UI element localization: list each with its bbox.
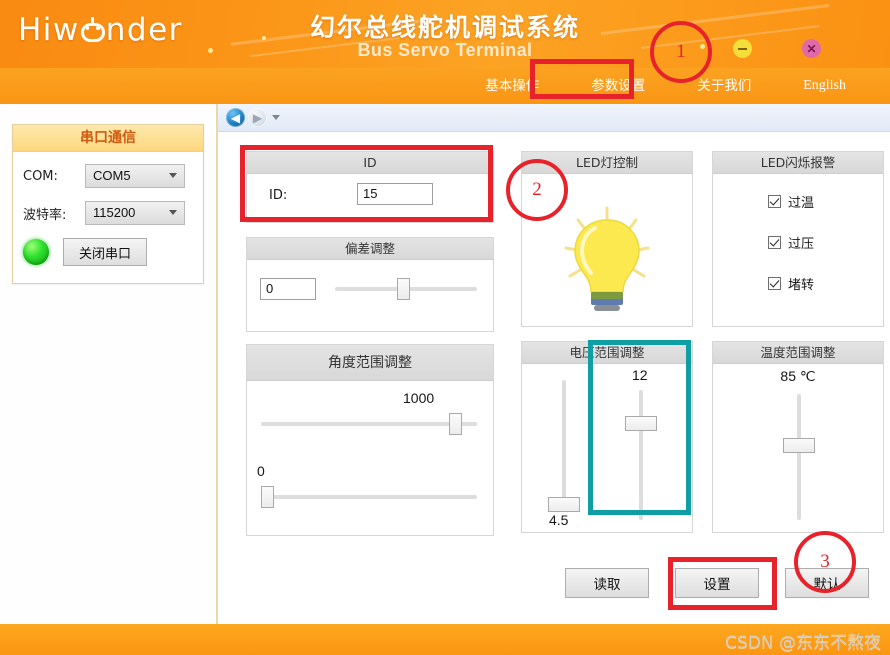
slider-thumb[interactable] [783,438,815,453]
slider-thumb[interactable] [449,413,462,435]
voltage-range-panel-title: 电压范围调整 [522,342,692,364]
nav-bar: 基本操作 参数设置 关于我们 English [0,68,890,104]
alarm-over-temperature-label: 过温 [788,196,815,211]
alarm-over-voltage-label: 过压 [788,237,815,252]
com-port-select[interactable]: COM5 [85,164,185,188]
voltage-max-value: 12 [632,367,648,383]
slider-track [261,422,477,426]
back-arrow-icon[interactable]: ◀ [226,108,245,127]
baud-rate-select[interactable]: 115200 [85,201,185,225]
led-control-panel-title: LED灯控制 [522,152,692,174]
led-alarm-panel: LED闪烁报警 过温 过压 堵转 [712,151,884,327]
checkbox-stall[interactable] [768,277,781,290]
deviation-input[interactable]: 0 [260,278,316,300]
content-pane: ◀ ▶ ID ID: 15 偏差调整 0 角度范围调整 1000 0 LED灯控… [218,104,890,624]
temperature-slider[interactable] [783,394,815,520]
slider-thumb[interactable] [397,278,411,300]
slider-track [562,380,566,512]
id-panel: ID ID: 15 [246,151,494,223]
temperature-range-panel: 温度范围调整 85 ℃ [712,341,884,533]
angle-range-panel: 角度范围调整 1000 0 [246,344,494,536]
set-button[interactable]: 设置 [675,568,759,598]
angle-max-slider[interactable] [261,413,477,435]
read-button[interactable]: 读取 [565,568,649,598]
led-alarm-panel-title: LED闪烁报警 [713,152,883,174]
angle-range-panel-title: 角度范围调整 [247,345,493,381]
app-title-en: Bus Servo Terminal [357,40,533,60]
alarm-stall-label: 堵转 [788,278,815,293]
close-button[interactable]: ✕ [802,39,821,58]
app-title-cn: 幻尔总线舵机调试系统 [309,13,580,42]
voltage-min-slider[interactable] [548,380,580,512]
title-bar: Hiw nder 幻尔总线舵机调试系统 Bus Servo Terminal ✕ [0,0,890,68]
chevron-down-icon [169,173,177,178]
deviation-slider[interactable] [335,278,477,300]
minimize-button[interactable] [733,39,752,58]
chevron-down-icon [169,210,177,215]
tab-basic-operation[interactable]: 基本操作 [459,68,565,104]
led-control-panel: LED灯控制 [521,151,693,327]
deviation-panel: 偏差调整 0 [246,237,494,332]
app-window: Hiw nder 幻尔总线舵机调试系统 Bus Servo Terminal ✕… [0,0,890,655]
nav-items: 基本操作 参数设置 关于我们 English [459,68,872,104]
connection-status-indicator [23,239,49,265]
sidebar: 串口通信 COM: COM5 波特率: 115200 关闭串口 [0,104,218,624]
forward-arrow-icon[interactable]: ▶ [248,108,267,127]
tab-parameter-settings[interactable]: 参数设置 [565,68,671,104]
temperature-range-panel-title: 温度范围调整 [713,342,883,364]
com-port-row: COM: COM5 [23,164,193,188]
default-button[interactable]: 默认 [785,568,869,598]
alarm-over-temperature-row[interactable]: 过温 [768,192,814,211]
tab-english[interactable]: English [777,68,872,104]
light-bulb-icon[interactable] [522,198,692,328]
serial-communication-panel: 串口通信 COM: COM5 波特率: 115200 关闭串口 [12,124,204,284]
voltage-min-value: 4.5 [549,512,569,528]
slider-thumb[interactable] [548,497,580,512]
id-field-label: ID: [269,188,288,203]
close-serial-button[interactable]: 关闭串口 [63,238,147,266]
watermark: CSDN @东东不熬夜 [725,633,881,653]
angle-min-slider[interactable] [261,486,477,508]
slider-thumb[interactable] [261,486,274,508]
voltage-max-slider[interactable] [625,390,657,520]
main-body: 串口通信 COM: COM5 波特率: 115200 关闭串口 ◀ ▶ ID I… [0,104,890,624]
id-panel-title: ID [247,152,493,174]
baud-rate-row: 波特率: 115200 [23,201,193,225]
com-label: COM: [23,168,58,184]
checkbox-over-temperature[interactable] [768,195,781,208]
history-dropdown-icon[interactable] [272,115,280,120]
voltage-range-panel: 电压范围调整 4.5 12 [521,341,693,533]
browser-toolbar: ◀ ▶ [218,104,890,132]
baud-rate-value: 115200 [93,205,136,220]
tab-about-us[interactable]: 关于我们 [671,68,777,104]
checkbox-over-voltage[interactable] [768,236,781,249]
settings-content: ID ID: 15 偏差调整 0 角度范围调整 1000 0 LED灯控制 LE… [218,132,890,624]
serial-action-row: 关闭串口 [23,238,193,266]
deviation-panel-title: 偏差调整 [247,238,493,260]
slider-track [797,394,801,520]
baud-rate-label: 波特率: [23,207,67,223]
com-port-value: COM5 [93,168,131,183]
slider-track [261,495,477,499]
id-input[interactable]: 15 [357,183,433,205]
serial-panel-title: 串口通信 [13,125,203,152]
slider-thumb[interactable] [625,416,657,431]
slider-track [639,390,643,520]
angle-max-value: 1000 [403,390,435,406]
temperature-value: 85 ℃ [780,368,816,384]
alarm-over-voltage-row[interactable]: 过压 [768,233,814,252]
alarm-stall-row[interactable]: 堵转 [768,274,814,293]
angle-min-value: 0 [257,463,265,479]
serial-panel-body: COM: COM5 波特率: 115200 关闭串口 [13,152,203,287]
